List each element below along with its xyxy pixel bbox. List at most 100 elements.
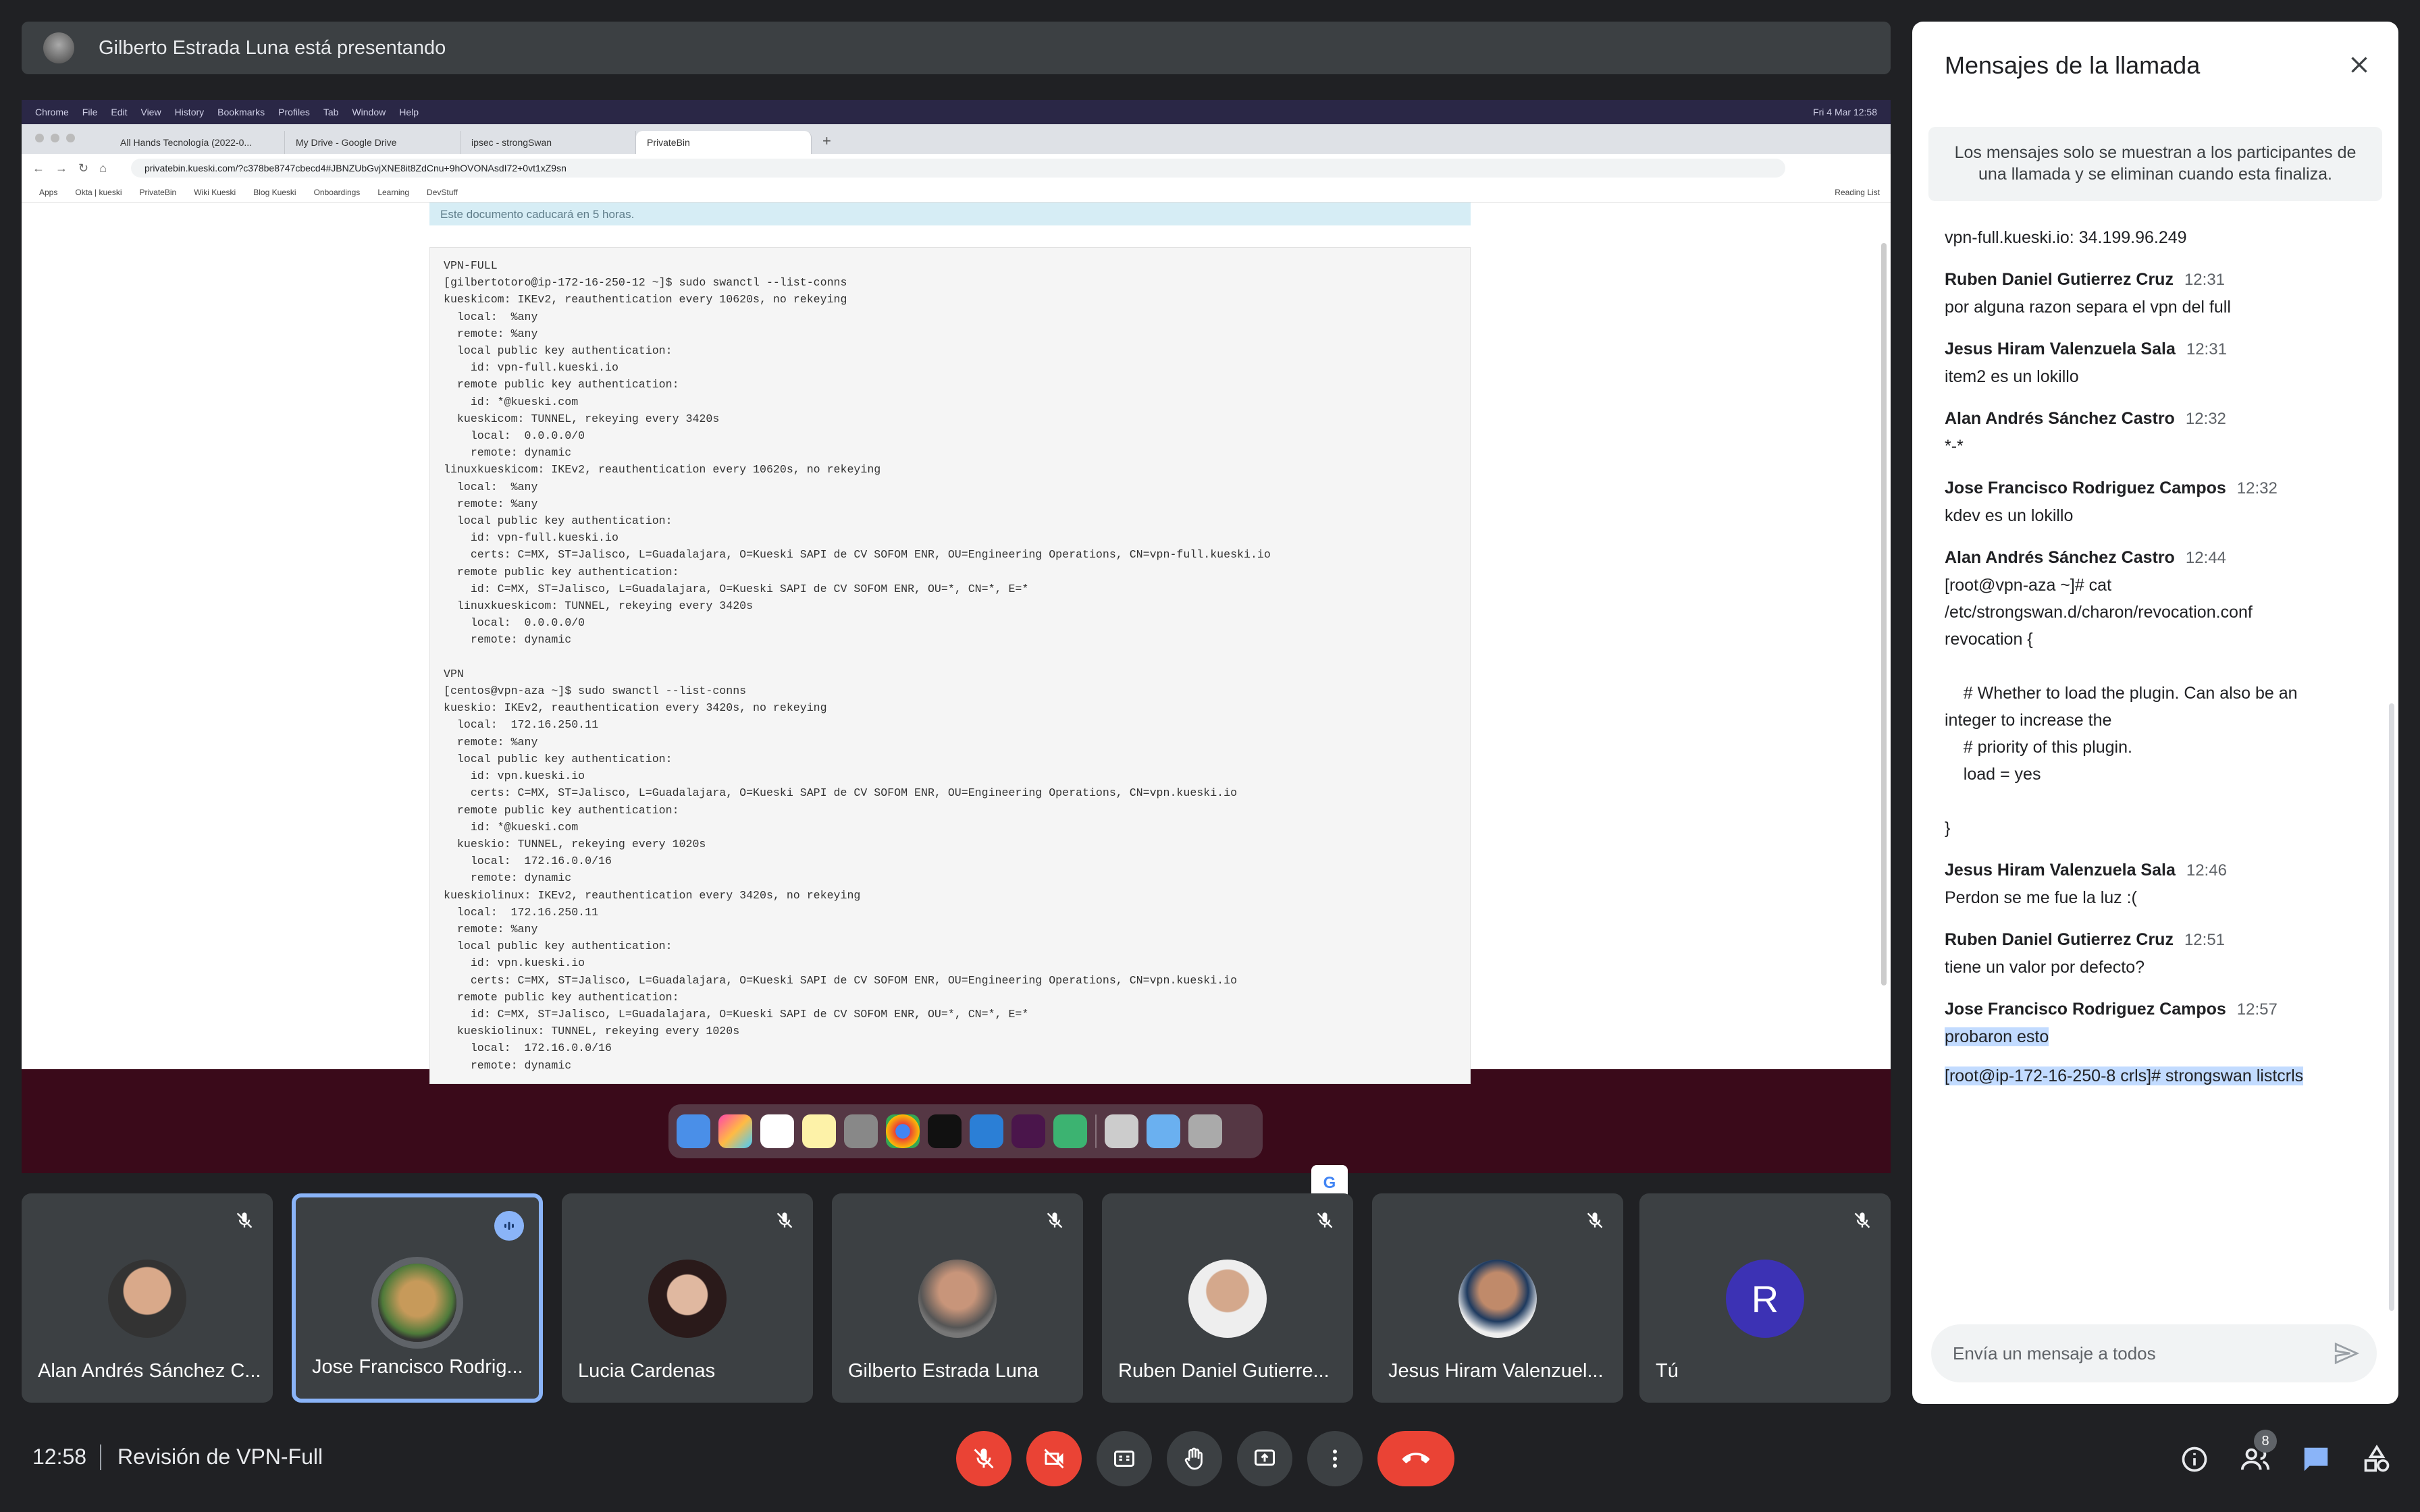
presenting-text: Gilberto Estrada Luna está presentando xyxy=(99,36,446,59)
people-button[interactable]: 8 xyxy=(2239,1430,2277,1476)
mic-off-icon xyxy=(231,1207,258,1234)
raise-hand-icon xyxy=(1184,1447,1203,1470)
calendar-icon xyxy=(760,1114,794,1148)
self-avatar: R xyxy=(1726,1260,1804,1338)
code-line: remote public key authentication: xyxy=(444,803,679,817)
shared-screen: Chrome File Edit View History Bookmarks … xyxy=(22,100,1891,1173)
menubar-item: Tab xyxy=(323,107,339,117)
code-line: id: C=MX, ST=Jalisco, L=Guadalajara, O=K… xyxy=(444,1007,1029,1021)
menubar-item: Chrome xyxy=(35,107,69,117)
chat-scrollbar[interactable] xyxy=(2389,703,2394,1311)
message-body: [root@vpn-aza ~]# cat /etc/strongswan.d/… xyxy=(1945,576,2298,838)
chat-notice: Los mensajes solo se muestran a los part… xyxy=(1928,127,2382,201)
bottom-toolbar: 12:58 Revisión de VPN-Full 8 xyxy=(0,1418,2420,1512)
code-line: local: 172.16.0.0/16 xyxy=(444,855,612,868)
code-line: id: vpn-full.kueski.io xyxy=(444,361,619,375)
close-icon xyxy=(2351,57,2367,73)
participant-name: Jesus Hiram Valenzuel... xyxy=(1388,1360,1604,1382)
participant-name: Lucia Cardenas xyxy=(578,1360,716,1382)
mic-off-icon xyxy=(1581,1207,1608,1234)
mic-toggle-button[interactable] xyxy=(956,1431,1011,1486)
participant-tile[interactable]: Gilberto Estrada Luna xyxy=(832,1193,1083,1403)
participant-tile[interactable]: Alan Andrés Sánchez C... xyxy=(22,1193,273,1403)
documents-icon xyxy=(1105,1114,1138,1148)
code-line: local: 172.16.250.11 xyxy=(444,718,599,732)
message-author: Jesus Hiram Valenzuela Sala xyxy=(1945,340,2176,358)
participant-strip: Alan Andrés Sánchez C... Jose Francisco … xyxy=(22,1193,1891,1403)
end-call-button[interactable] xyxy=(1377,1431,1454,1486)
code-line: local: 172.16.0.0/16 xyxy=(444,1042,612,1055)
code-line: local: %any xyxy=(444,480,538,493)
close-chat-button[interactable] xyxy=(2344,50,2374,80)
code-line: local: 0.0.0.0/0 xyxy=(444,616,585,630)
chat-input[interactable]: Envía un mensaje a todos xyxy=(1931,1324,2377,1382)
participant-avatar xyxy=(378,1264,456,1342)
participant-name: Ruben Daniel Gutierre... xyxy=(1118,1360,1330,1382)
code-line: remote: dynamic xyxy=(444,446,572,460)
camera-toggle-button[interactable] xyxy=(1026,1431,1082,1486)
participant-tile[interactable]: Lucia Cardenas xyxy=(562,1193,813,1403)
bookmark: Wiki Kueski xyxy=(194,187,236,197)
new-tab-icon: + xyxy=(822,132,831,149)
mac-clock: Fri 4 Mar 12:58 xyxy=(1813,107,1877,117)
present-icon xyxy=(1255,1449,1275,1466)
present-button[interactable] xyxy=(1237,1431,1292,1486)
chat-message: Alan Andrés Sánchez Castro 12:32 *-* xyxy=(1945,405,2363,460)
chat-message: vpn-full.kueski.io: 34.199.96.249 xyxy=(1945,224,2363,251)
code-line: id: vpn-full.kueski.io xyxy=(444,531,619,545)
activities-button[interactable] xyxy=(2361,1443,2393,1476)
bookmark: PrivateBin xyxy=(139,187,177,197)
bookmarks-bar: Apps Okta | kueski PrivateBin Wiki Kuesk… xyxy=(22,182,1891,202)
code-line: kueskiolinux: TUNNEL, rekeying every 102… xyxy=(444,1025,740,1038)
browser-tab: My Drive - Google Drive xyxy=(285,131,461,154)
participant-tile[interactable]: Ruben Daniel Gutierre... xyxy=(1102,1193,1353,1403)
finder-icon xyxy=(677,1114,710,1148)
message-author: Alan Andrés Sánchez Castro xyxy=(1945,409,2175,428)
participant-tile-self[interactable]: R Tú xyxy=(1639,1193,1891,1403)
side-controls: 8 xyxy=(2178,1430,2393,1476)
chat-message: Alan Andrés Sánchez Castro 12:44 [root@vp… xyxy=(1945,544,2363,842)
settings-icon xyxy=(844,1114,878,1148)
code-line: VPN xyxy=(444,667,464,680)
captions-button[interactable] xyxy=(1097,1431,1152,1486)
code-line: id: vpn.kueski.io xyxy=(444,770,585,783)
bookmark: Learning xyxy=(377,187,410,197)
browser-address-bar: ←→↻⌂ privatebin.kueski.com/?c378be8747cb… xyxy=(22,154,1891,182)
participant-avatar xyxy=(648,1260,727,1338)
more-options-button[interactable] xyxy=(1307,1431,1363,1486)
chat-icon xyxy=(2304,1447,2328,1472)
send-icon[interactable] xyxy=(2332,1339,2361,1368)
menubar-item: Bookmarks xyxy=(217,107,265,117)
chat-input-placeholder: Envía un mensaje a todos xyxy=(1953,1343,2156,1364)
paste-code: VPN-FULL [gilbertotoro@ip-172-16-250-12 ~… xyxy=(429,247,1471,1084)
message-author: Jesus Hiram Valenzuela Sala xyxy=(1945,861,2176,880)
code-line: kueskicom: TUNNEL, rekeying every 3420s xyxy=(444,412,720,425)
message-time: 12:46 xyxy=(2186,861,2227,880)
participant-tile[interactable]: Jesus Hiram Valenzuel... xyxy=(1372,1193,1623,1403)
message-time: 12:31 xyxy=(2184,271,2226,289)
activities-icon xyxy=(2364,1444,2390,1472)
code-line: remote: dynamic xyxy=(444,633,572,647)
menubar-item: View xyxy=(140,107,161,117)
reading-list: Reading List xyxy=(1835,187,1880,197)
bookmark: Onboardings xyxy=(313,187,361,197)
participant-avatar xyxy=(918,1260,997,1338)
code-line: local public key authentication: xyxy=(444,344,673,358)
meeting-info-button[interactable] xyxy=(2178,1443,2211,1476)
code-line: linuxkueskicom: IKEv2, reauthentication … xyxy=(444,463,881,477)
code-line: kueskicom: IKEv2, reauthentication every… xyxy=(444,293,847,306)
participant-name: Alan Andrés Sánchez C... xyxy=(38,1360,261,1382)
participant-tile-active[interactable]: Jose Francisco Rodrig... xyxy=(292,1193,543,1403)
message-body: vpn-full.kueski.io: 34.199.96.249 xyxy=(1945,228,2187,247)
chat-message: Ruben Daniel Gutierrez Cruz 12:51 tiene u… xyxy=(1945,926,2363,981)
code-line: remote: %any xyxy=(444,497,538,510)
menubar-item: Window xyxy=(352,107,386,117)
bookmark: Apps xyxy=(39,187,58,197)
menubar-item: Profiles xyxy=(278,107,310,117)
chat-button[interactable] xyxy=(2300,1443,2332,1476)
page-scrollbar xyxy=(1881,243,1887,986)
participant-name: Jose Francisco Rodrig... xyxy=(312,1356,523,1378)
chat-message: Jesus Hiram Valenzuela Sala 12:46 Perdon … xyxy=(1945,857,2363,911)
raise-hand-button[interactable] xyxy=(1167,1431,1222,1486)
code-line: id: C=MX, ST=Jalisco, L=Guadalajara, O=K… xyxy=(444,582,1029,595)
